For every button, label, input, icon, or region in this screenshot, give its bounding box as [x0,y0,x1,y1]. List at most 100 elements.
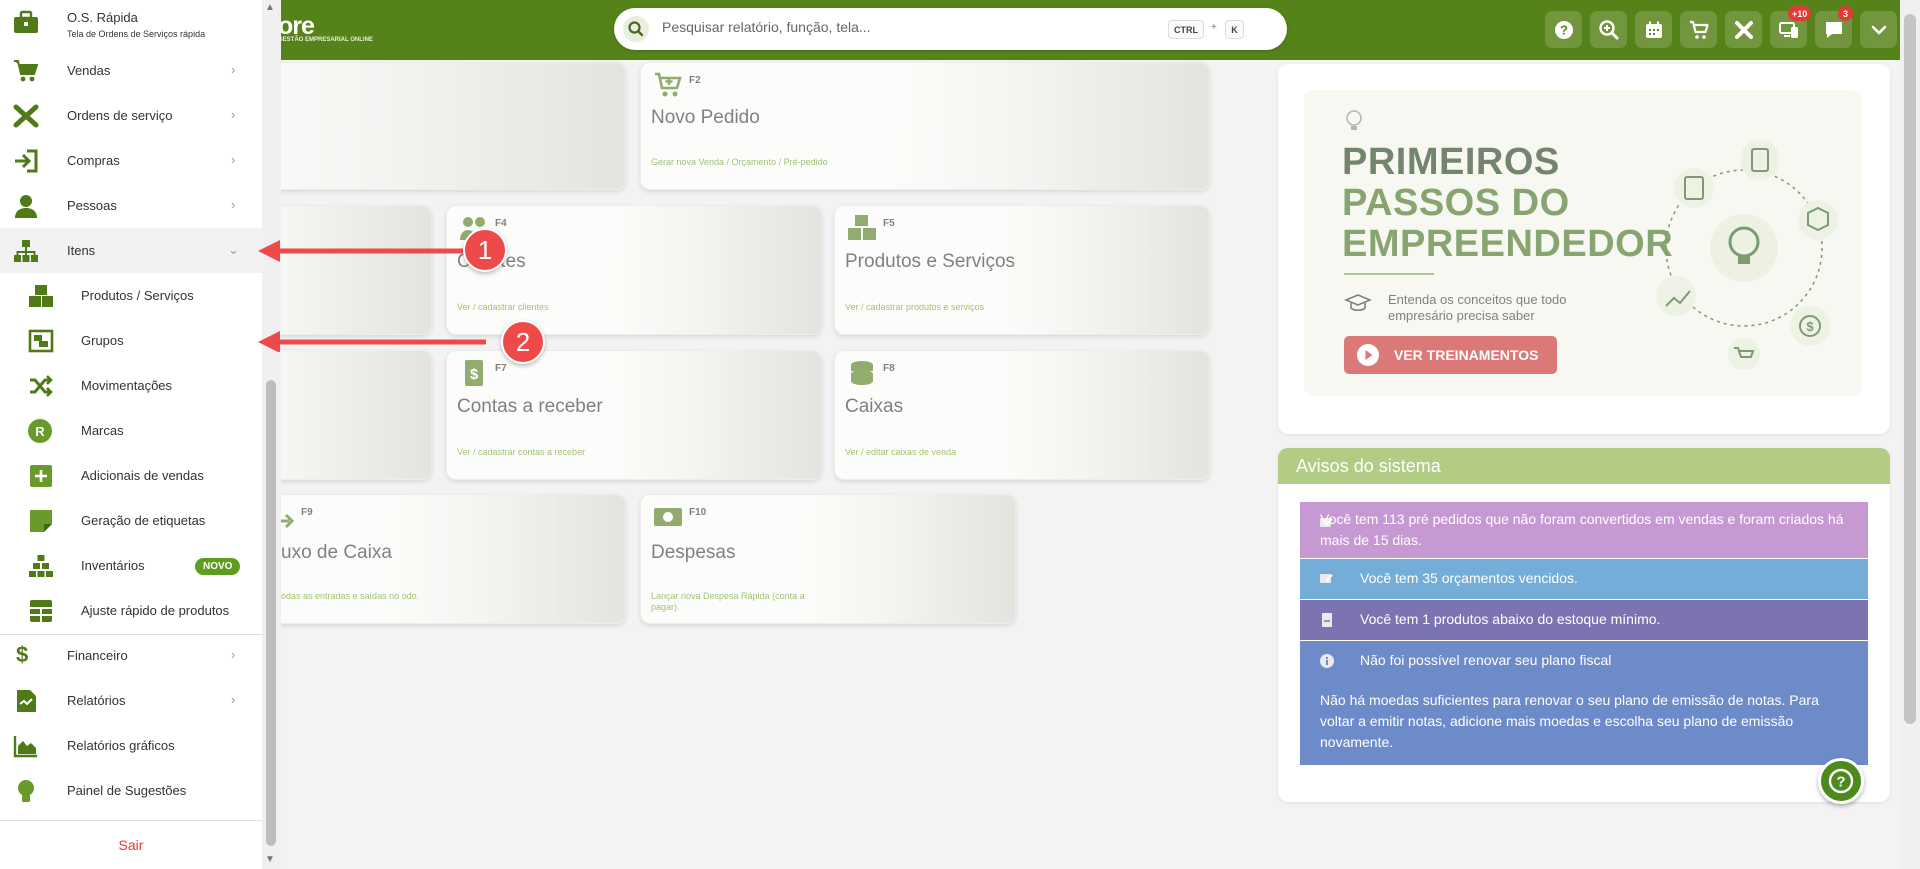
report-file-icon [17,690,36,712]
sign-in-icon [15,149,38,173]
submenu-item-movimentacoes[interactable]: Movimentações [0,363,262,408]
shortcut-plus: + [1211,22,1217,33]
submenu-item-marcas[interactable]: R Marcas [0,408,262,453]
object-group-icon [28,329,54,353]
calendar-button[interactable] [1635,11,1672,48]
tools-icon [1734,20,1753,39]
annotation-callout-1: 1 [463,228,507,272]
lightbulb-icon [18,780,34,802]
sidebar-item-financeiro[interactable]: $ Financeiro › [0,633,262,678]
chevron-right-icon: › [231,107,236,122]
sidebar-item-ordens-servico[interactable]: Ordens de serviço › [0,93,262,138]
sidebar-item-label: Ordens de serviço [67,108,173,123]
sidebar-item-label: Vendas [67,63,111,78]
sidebar-item-label: Relatórios gráficos [67,738,175,753]
logout-button[interactable]: Sair [0,820,262,869]
submenu-item-label: Inventários [81,558,145,573]
sidebar-item-relatorios-graficos[interactable]: Relatórios gráficos [0,723,262,768]
cart-button[interactable] [1680,11,1717,48]
sidebar-item-label: Pessoas [67,198,117,213]
sidebar-scrollbar-thumb[interactable] [266,380,276,846]
sidebar-item-itens[interactable]: Itens ⌄ [0,228,262,273]
shortcut-ctrl-key: CTRL [1168,20,1204,39]
chat-icon [1825,21,1842,38]
zoom-button[interactable] [1590,11,1627,48]
chevron-right-icon: › [231,62,236,77]
zoom-in-icon [1598,19,1618,39]
help-circle-icon: ? [1828,768,1854,794]
devices-badge: +10 [1788,6,1812,21]
registered-icon: R [28,419,52,443]
user-menu-button[interactable] [1860,11,1897,48]
sitemap-icon [14,240,38,262]
sidebar-item-painel-sugestoes[interactable]: Painel de Sugestões [0,768,262,813]
submenu-item-label: Movimentações [81,378,173,393]
submenu-item-grupos[interactable]: Grupos [0,318,262,363]
sidebar-item-sublabel: Tela de Ordens de Serviços rápida [67,29,206,39]
svg-text:?: ? [1560,22,1568,37]
service-order-button[interactable] [1725,11,1762,48]
sticky-note-icon [30,510,52,532]
submenu-item-ajuste-rapido[interactable]: Ajuste rápido de produtos [0,588,262,633]
sidebar-item-os-rapida[interactable]: O.S. Rápida Tela de Ordens de Serviços r… [0,0,262,45]
dollar-icon: $ [16,642,29,667]
messages-button[interactable]: 3 [1815,6,1853,48]
chevron-down-icon: ⌄ [228,242,239,257]
submenu-item-inventarios[interactable]: Inventários NOVO [0,543,262,588]
new-badge: NOVO [195,558,241,575]
chevron-right-icon: › [231,692,236,707]
cart-icon [14,60,39,82]
sidebar-menu: O.S. Rápida Tela de Ordens de Serviços r… [0,0,262,869]
messages-badge: 3 [1838,6,1853,21]
plus-square-icon [30,465,52,487]
pyramid-boxes-icon [29,555,53,577]
chevron-right-icon: › [231,152,236,167]
help-icon: ? [1554,20,1573,39]
backdrop-overlay[interactable] [280,60,1900,869]
chevron-down-icon [1871,25,1886,34]
submenu-item-geracao-etiquetas[interactable]: Geração de etiquetas [0,498,262,543]
area-chart-icon [13,736,37,758]
tools-icon [13,104,39,128]
sidebar-item-label: Compras [67,153,120,168]
scroll-down-arrow-icon[interactable]: ▼ [265,854,275,865]
global-search[interactable]: CTRL + K [614,8,1287,50]
submenu-item-label: Produtos / Serviços [81,288,194,303]
shortcut-k-key: K [1225,20,1244,39]
boxes-icon [29,285,53,307]
submenu-item-adicionais-vendas[interactable]: Adicionais de vendas [0,453,262,498]
help-button[interactable]: ? [1545,11,1582,48]
chevron-right-icon: › [231,197,236,212]
sidebar-item-label: Itens [67,243,96,258]
sidebar-item-label: O.S. Rápida [67,10,138,25]
top-bar: ore GESTÃO EMPRESARIAL ONLINE CTRL + K ?… [0,0,1920,60]
chevron-right-icon: › [231,647,236,662]
sidebar-item-vendas[interactable]: Vendas › [0,48,262,93]
submenu-item-produtos-servicos[interactable]: Produtos / Serviços [0,273,262,318]
annotation-callout-2: 2 [501,320,545,364]
help-fab-button[interactable]: ? [1818,758,1864,804]
submenu-item-label: Adicionais de vendas [81,468,204,483]
sidebar-item-pessoas[interactable]: Pessoas › [0,183,262,228]
search-input[interactable] [662,19,1162,35]
sidebar-item-label: Financeiro [67,648,128,663]
annotation-arrows [258,240,486,352]
submenu-item-label: Marcas [81,423,124,438]
app-logo-subtext: GESTÃO EMPRESARIAL ONLINE [278,37,373,43]
calendar-icon [1645,21,1662,38]
cart-icon [1689,20,1709,39]
sidebar-item-label: Painel de Sugestões [67,783,187,798]
sidebar-item-label: Relatórios [67,693,126,708]
sidebar-item-compras[interactable]: Compras › [0,138,262,183]
table-grid-icon [30,600,52,622]
devices-button[interactable]: +10 [1770,6,1812,48]
toolbox-icon [14,10,38,33]
user-icon [15,195,37,218]
submenu-item-label: Ajuste rápido de produtos [81,603,230,618]
page-scrollbar-thumb[interactable] [1904,14,1916,724]
search-icon [623,16,649,42]
sidebar-item-relatorios[interactable]: Relatórios › [0,678,262,723]
submenu-item-label: Geração de etiquetas [81,513,206,528]
scroll-up-arrow-icon[interactable]: ▲ [265,2,275,13]
devices-icon [1778,21,1798,38]
